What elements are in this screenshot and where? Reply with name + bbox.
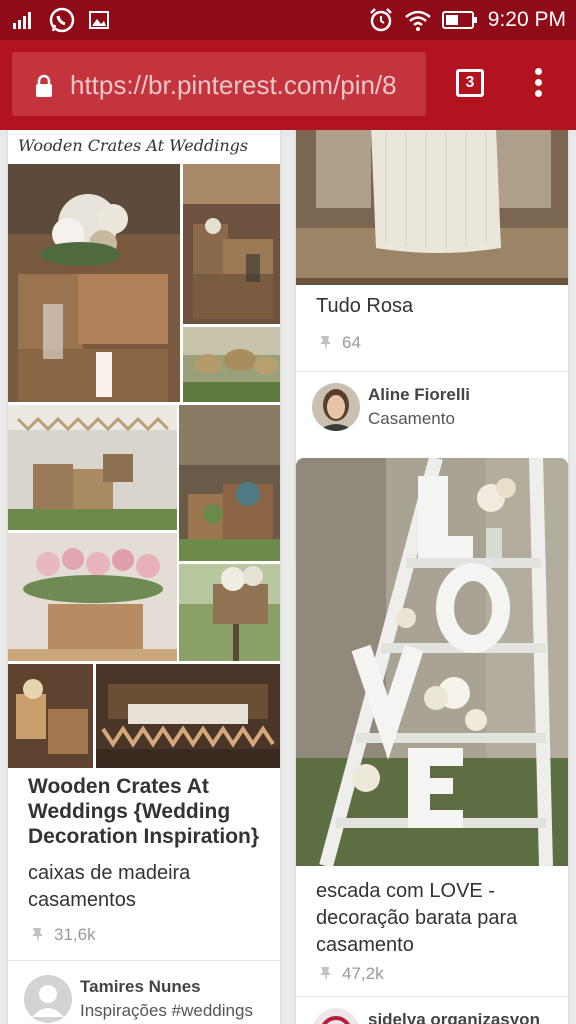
pin-feed[interactable]: Wooden Crates At Weddings Wooden Crates … bbox=[0, 130, 576, 1024]
pin-image[interactable] bbox=[296, 458, 568, 868]
url-text[interactable]: https://br.pinterest.com/pin/8 bbox=[70, 70, 397, 101]
pin-title[interactable]: Tudo Rosa bbox=[316, 295, 413, 318]
gallery-icon bbox=[89, 11, 109, 29]
saves-count: 47,2k bbox=[316, 964, 384, 984]
pinner-name[interactable]: Aline Fiorelli bbox=[368, 385, 470, 405]
card-divider bbox=[8, 960, 280, 961]
pin-image[interactable] bbox=[296, 130, 568, 285]
collage-title: Wooden Crates At Weddings bbox=[18, 136, 249, 155]
clock: 9:20 PM bbox=[487, 8, 566, 31]
pinner-name[interactable]: sidelya organizasyon bbox=[368, 1010, 540, 1024]
pin-description: escada com LOVE - decoração barata para … bbox=[316, 880, 518, 956]
card-divider bbox=[296, 371, 568, 372]
overflow-menu-icon[interactable] bbox=[532, 68, 544, 104]
pin-image-collage[interactable] bbox=[8, 164, 280, 768]
card-divider bbox=[296, 996, 568, 997]
pin-icon bbox=[320, 336, 331, 351]
board-name[interactable]: Casamento bbox=[368, 409, 455, 429]
pin-title[interactable]: Wooden Crates At Weddings {Wedding Decor… bbox=[28, 774, 268, 849]
browser-toolbar: https://br.pinterest.com/pin/8 3 bbox=[0, 40, 576, 130]
avatar[interactable] bbox=[24, 975, 72, 1023]
tab-switcher-button[interactable]: 3 bbox=[456, 69, 484, 97]
pin-icon bbox=[32, 928, 43, 943]
status-bar: 9:20 PM bbox=[0, 0, 576, 40]
pinner-name[interactable]: Tamires Nunes bbox=[80, 977, 201, 997]
wooden-crates-collage-image bbox=[8, 164, 280, 768]
pin-card-wooden-crates[interactable]: Wooden Crates At Weddings Wooden Crates … bbox=[8, 130, 280, 1024]
saves-count: 64 bbox=[316, 333, 361, 353]
board-name[interactable]: Inspirações #weddings bbox=[80, 1001, 253, 1021]
love-ladder-image bbox=[296, 458, 568, 868]
url-bar[interactable]: https://br.pinterest.com/pin/8 bbox=[12, 52, 426, 116]
battery-icon bbox=[441, 11, 477, 29]
saves-count: 31,6k bbox=[28, 925, 96, 945]
wifi-icon bbox=[404, 10, 431, 31]
alarm-icon bbox=[369, 8, 392, 32]
signal-icon bbox=[13, 12, 31, 29]
default-avatar-icon bbox=[24, 975, 72, 1023]
avatar[interactable] bbox=[312, 1008, 360, 1024]
whatsapp-icon bbox=[49, 7, 75, 33]
pin-description: caixas de madeira casamentos bbox=[28, 862, 191, 911]
user-photo-avatar bbox=[312, 383, 360, 431]
user-logo-avatar bbox=[313, 1008, 359, 1024]
pin-icon bbox=[320, 967, 331, 982]
avatar[interactable] bbox=[312, 383, 360, 431]
pin-card-escada-love[interactable]: escada com LOVE - decoração barata para … bbox=[296, 458, 568, 1024]
lock-icon bbox=[36, 74, 52, 97]
table-linen-image bbox=[296, 130, 568, 285]
